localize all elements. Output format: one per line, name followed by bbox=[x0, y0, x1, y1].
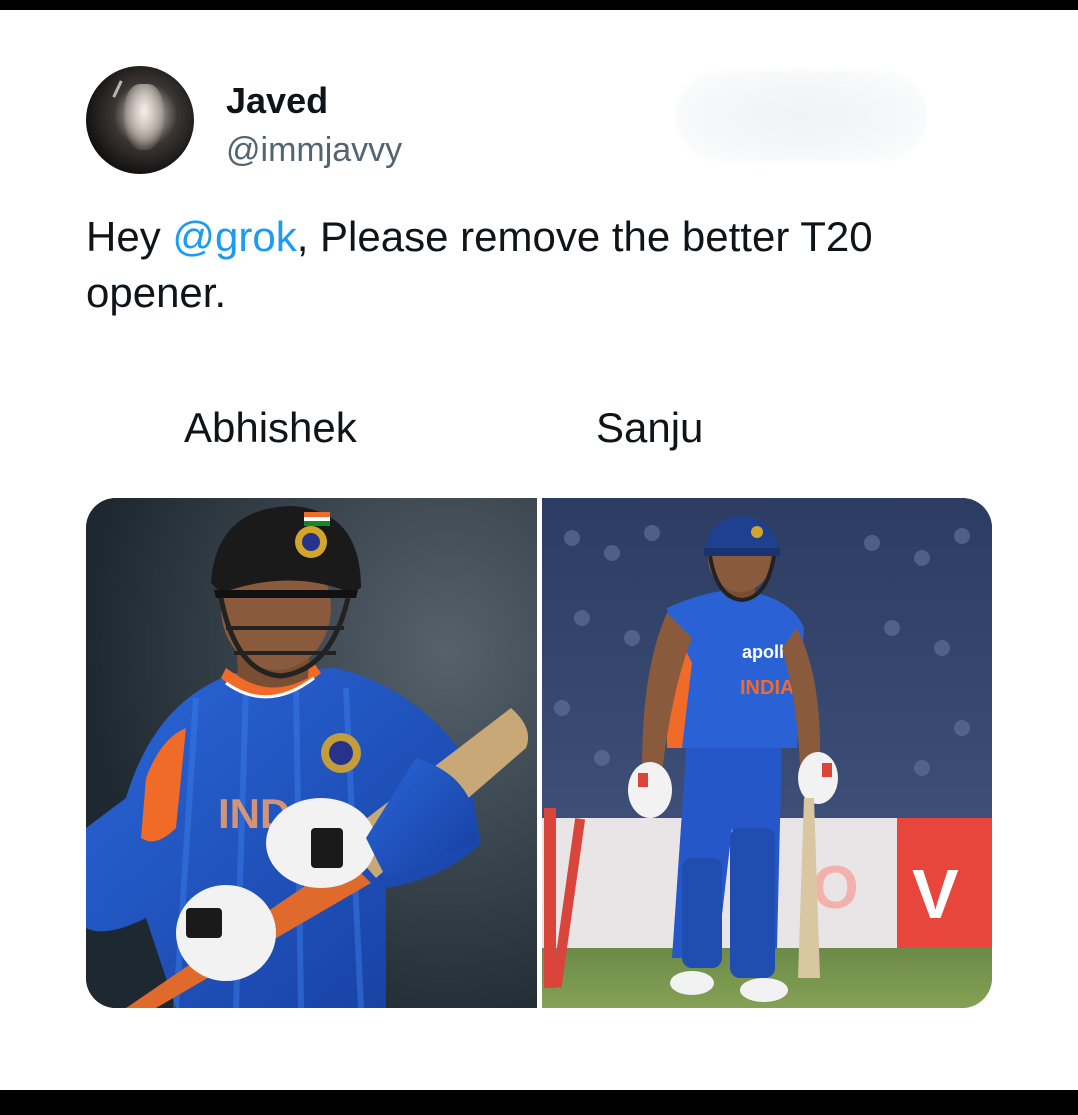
photo-left-illustration: IND bbox=[86, 498, 537, 1008]
photo-right[interactable]: V O apollo INDIA bbox=[542, 498, 992, 1008]
follow-button-blurred[interactable] bbox=[676, 70, 926, 162]
display-name[interactable]: Javed bbox=[226, 80, 328, 122]
image-label-right: Sanju bbox=[596, 404, 704, 451]
photo-left[interactable]: IND bbox=[86, 498, 537, 1008]
avatar[interactable] bbox=[86, 66, 194, 174]
mention-link[interactable]: @grok bbox=[172, 213, 296, 260]
svg-text:O: O bbox=[812, 854, 859, 921]
photo-right-illustration: V O apollo INDIA bbox=[542, 498, 992, 1008]
svg-text:V: V bbox=[912, 855, 959, 933]
tweet-text: Hey @grok, Please remove the better T20 … bbox=[86, 209, 966, 321]
tweet-media[interactable]: IND V O apollo INDIA bbox=[86, 498, 992, 1008]
avatar-streak bbox=[112, 80, 123, 98]
image-label-left: Abhishek bbox=[184, 404, 357, 451]
bottom-nav-bar bbox=[0, 1090, 1078, 1115]
tweet-text-start: Hey bbox=[86, 213, 173, 260]
tweet-card: Javed @immjavvy Hey @grok, Please remove… bbox=[0, 10, 1078, 1090]
top-status-bar bbox=[0, 0, 1078, 10]
svg-text:INDIA: INDIA bbox=[740, 677, 794, 699]
avatar-photo bbox=[124, 84, 164, 150]
user-handle[interactable]: @immjavvy bbox=[226, 131, 402, 170]
